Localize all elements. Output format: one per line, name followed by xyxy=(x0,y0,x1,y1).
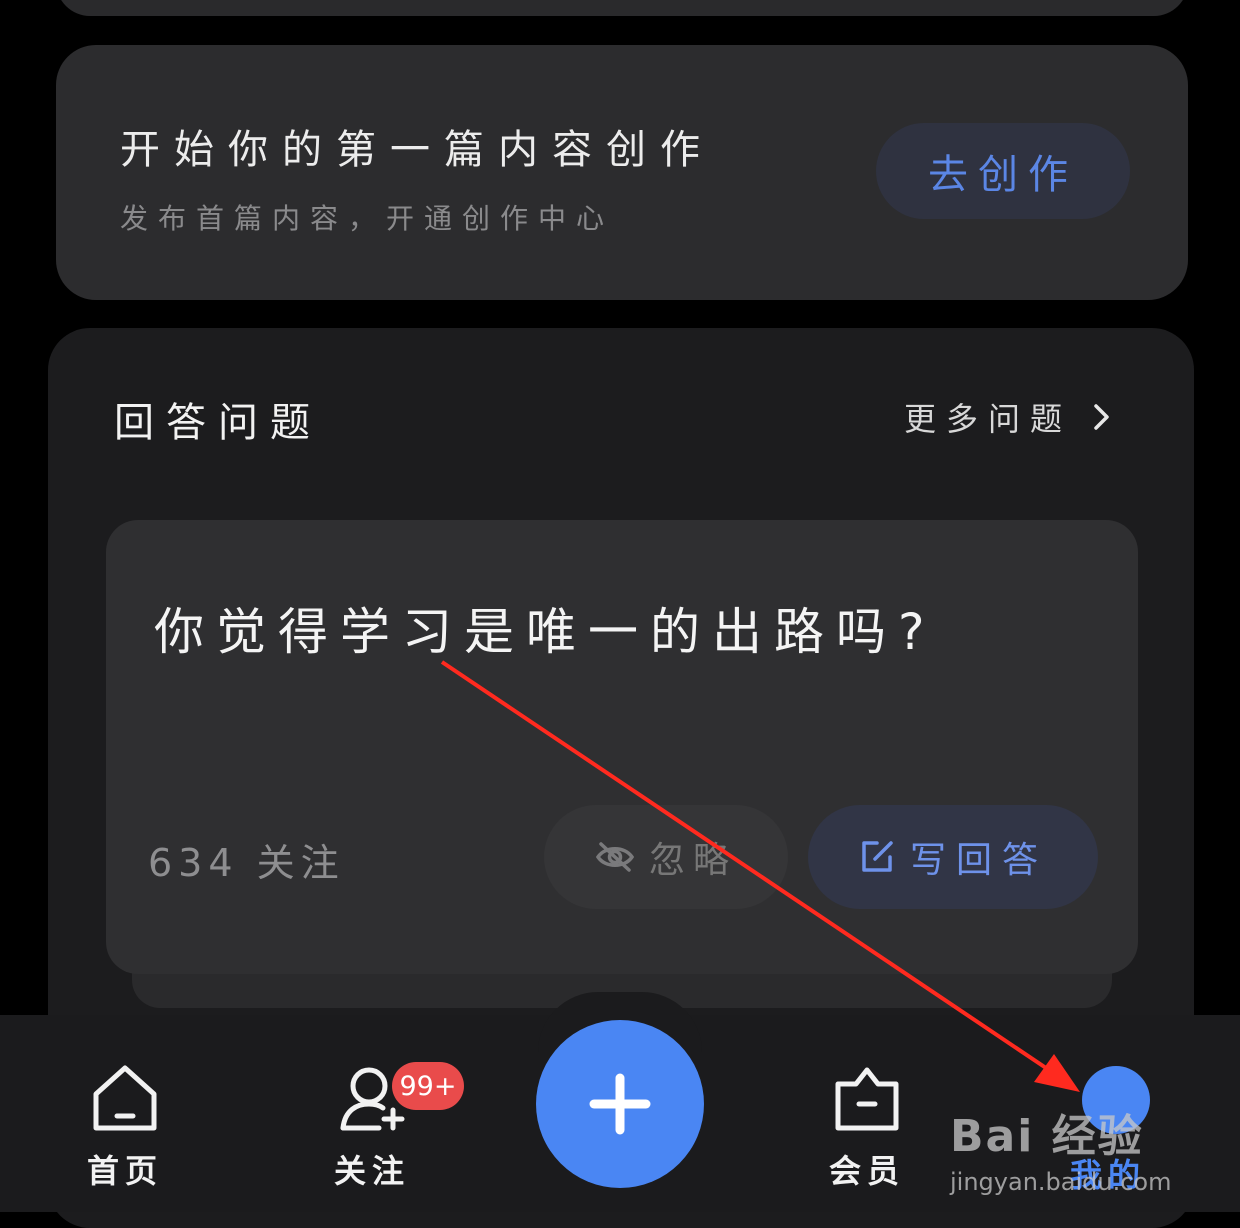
nav-follow-label: 关注 xyxy=(333,1152,410,1190)
write-answer-label: 写回答 xyxy=(909,840,1048,881)
more-questions-label: 更多问题 xyxy=(903,400,1072,438)
nav-home-label: 首页 xyxy=(86,1152,163,1190)
chevron-right-icon xyxy=(1094,404,1109,430)
nav-home[interactable]: 首页 xyxy=(50,1062,200,1192)
nav-member[interactable]: 会员 xyxy=(792,1062,942,1192)
more-questions-link[interactable]: 更多问题 xyxy=(904,394,1116,440)
answer-section-title: 回答问题 xyxy=(114,400,322,446)
previous-card-bottom xyxy=(56,0,1188,16)
write-answer-button[interactable]: 写回答 xyxy=(808,805,1098,909)
question-card[interactable]: 你觉得学习是唯一的出路吗? 634 关注 忽略 写回答 xyxy=(106,520,1138,974)
follow-count-badge: 99+ xyxy=(392,1062,464,1110)
eye-off-icon xyxy=(595,842,635,872)
home-icon xyxy=(93,1065,157,1131)
create-content-card[interactable]: 开始你的第一篇内容创作 发布首篇内容，开通创作中心 去创作 xyxy=(56,45,1188,300)
create-card-title: 开始你的第一篇内容创作 xyxy=(120,127,714,173)
plus-icon xyxy=(589,1073,651,1135)
ignore-label: 忽略 xyxy=(648,840,737,881)
edit-icon xyxy=(862,841,893,872)
question-followers: 634 关注 xyxy=(148,841,345,885)
ignore-button[interactable]: 忽略 xyxy=(544,805,788,909)
create-card-subtitle: 发布首篇内容，开通创作中心 xyxy=(120,202,615,235)
baidu-jingyan-watermark: Bai 经验 jingyan.baidu.com xyxy=(950,1100,1171,1196)
go-create-button[interactable]: 去创作 xyxy=(876,123,1130,219)
question-text[interactable]: 你觉得学习是唯一的出路吗? xyxy=(154,592,937,664)
nav-member-label: 会员 xyxy=(828,1152,905,1190)
watermark-top: Bai 经验 xyxy=(950,1111,1144,1162)
create-post-button[interactable] xyxy=(536,1020,704,1188)
crown-box-icon xyxy=(835,1067,899,1131)
watermark-bottom: jingyan.baidu.com xyxy=(950,1168,1172,1196)
